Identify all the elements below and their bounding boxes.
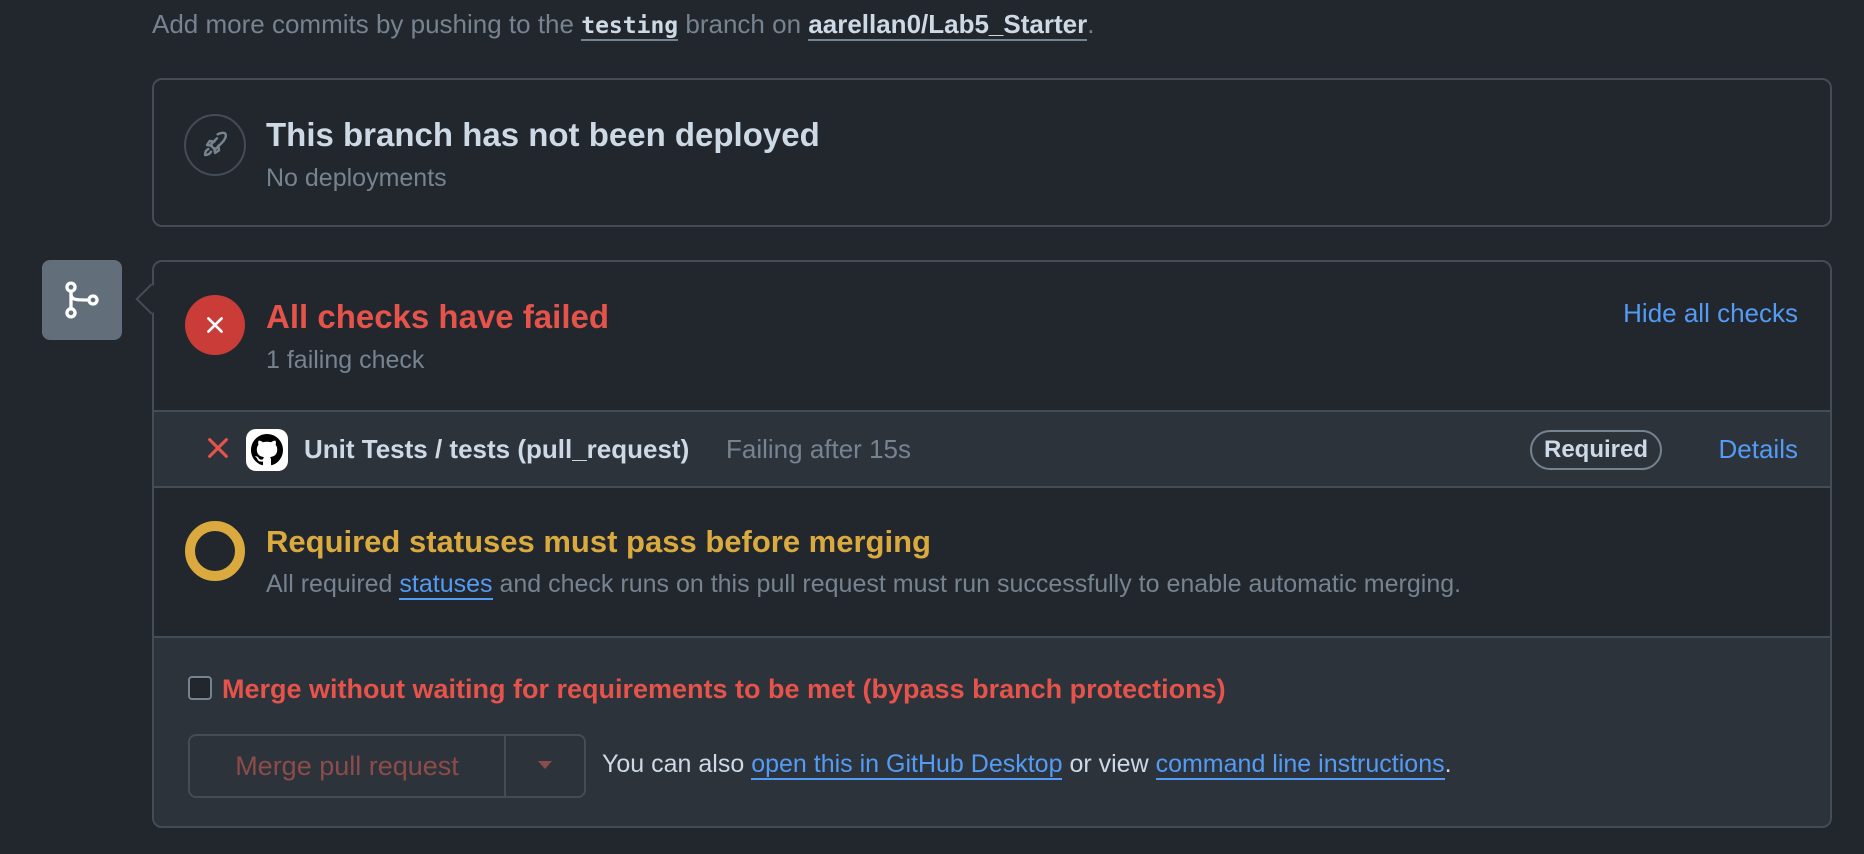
merge-options-dropdown[interactable] [506,736,584,796]
pending-ring-icon [185,521,245,581]
details-link[interactable]: Details [1719,434,1798,465]
deployment-subtitle: No deployments [266,164,447,192]
deployment-title: This branch has not been deployed [266,116,820,153]
bypass-checkbox[interactable] [188,676,212,700]
merge-button-group: Merge pull request [188,734,586,798]
check-status: Failing after 15s [726,434,911,464]
branch-name: testing [581,13,679,41]
statuses-link[interactable]: statuses [399,570,493,600]
push-hint-prefix: Add more commits by pushing to the [152,9,574,39]
merge-box: All checks have failed 1 failing check H… [152,260,1832,828]
check-row: Unit Tests / tests (pull_request) Failin… [154,410,1830,488]
hide-all-checks-button[interactable]: Hide all checks [1623,298,1798,329]
caret-down-icon [537,757,553,775]
git-branch-icon [42,260,122,340]
merge-pull-request-button[interactable]: Merge pull request [190,736,506,796]
requirements-text-suffix: and check runs on this pull request must… [499,570,1462,598]
checks-title: All checks have failed [266,298,610,335]
x-circle-icon [185,295,245,355]
merge-hint: You can also open this in GitHub Desktop… [602,750,1452,780]
deployment-panel: This branch has not been deployed No dep… [152,78,1832,227]
requirements-section: Required statuses must pass before mergi… [154,488,1830,638]
x-icon [204,434,232,467]
checks-subtitle: 1 failing check [266,346,425,374]
push-hint-middle: branch on [685,9,802,39]
bypass-label[interactable]: Merge without waiting for requirements t… [222,674,1226,705]
requirements-text-prefix: All required [266,570,393,598]
github-logo-icon [246,429,288,471]
merge-hint-prefix: You can also [602,750,745,778]
check-name: Unit Tests / tests (pull_request) [304,434,690,464]
checks-summary: All checks have failed 1 failing check H… [154,262,1830,412]
push-hint: Add more commits by pushing to the testi… [152,6,1094,44]
repo-link[interactable]: aarellan0/Lab5_Starter [808,9,1088,41]
merge-section: Merge without waiting for requirements t… [154,638,1830,826]
cli-instructions-link[interactable]: command line instructions [1155,750,1445,780]
requirements-title: Required statuses must pass before mergi… [266,524,931,559]
push-hint-suffix: . [1087,9,1095,39]
rocket-icon [184,114,246,176]
open-desktop-link[interactable]: open this in GitHub Desktop [751,750,1063,780]
required-badge: Required [1530,430,1663,470]
merge-hint-suffix: . [1444,750,1452,778]
requirements-text: All required statuses and check runs on … [266,570,1462,600]
merge-hint-middle: or view [1069,750,1149,778]
